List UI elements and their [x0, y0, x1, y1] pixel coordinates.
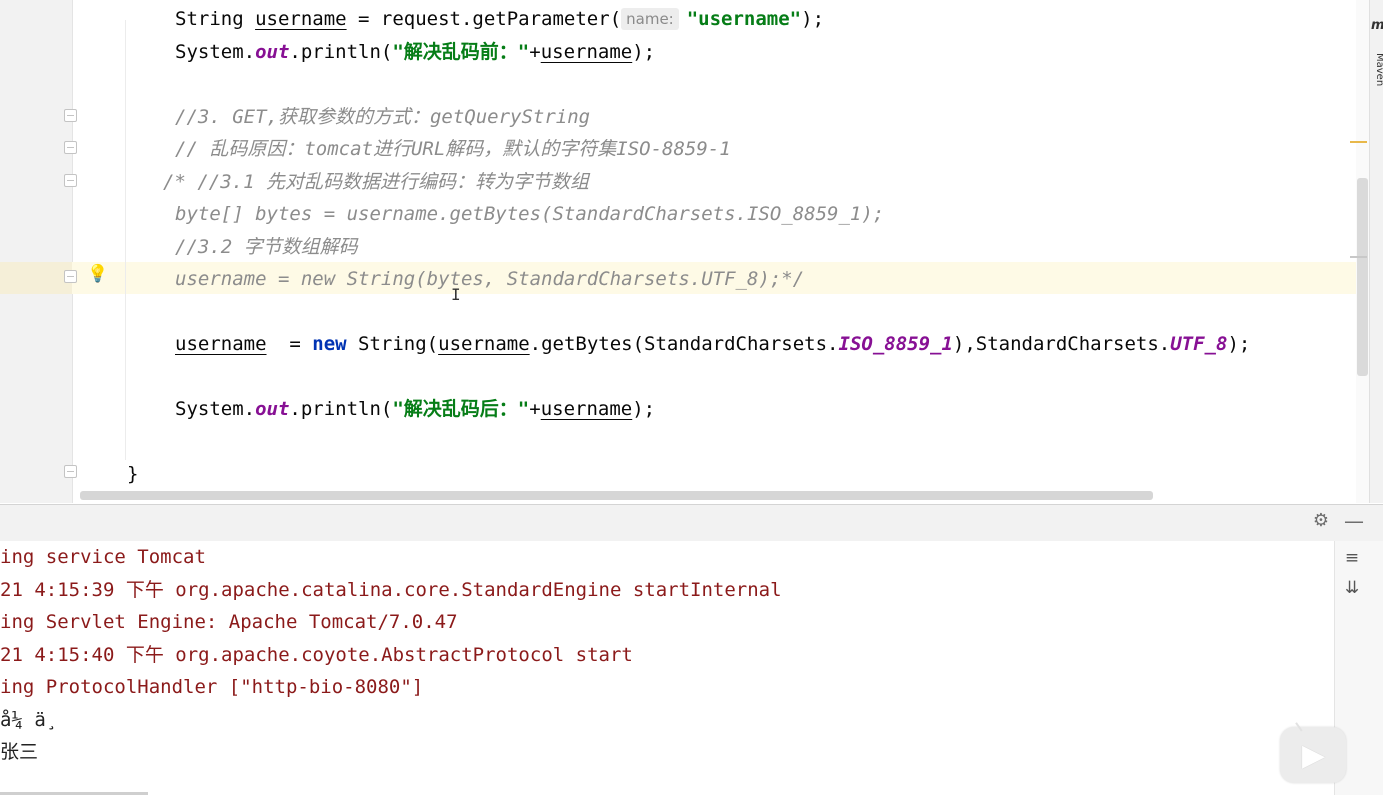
run-panel-header: [0, 504, 1383, 542]
code-line: //3. GET,获取参数的方式：getQueryString: [175, 102, 590, 132]
scroll-to-end-icon[interactable]: ⇊: [1340, 576, 1364, 600]
code-editor[interactable]: 💡 String username = request.getParameter…: [0, 0, 1383, 503]
code-token: new: [312, 333, 347, 355]
code-line: byte[] bytes = username.getBytes(Standar…: [175, 199, 884, 229]
console-output[interactable]: ing service Tomcat 21 4:15:39 下午 org.apac…: [0, 541, 1334, 795]
horizontal-scrollbar-thumb[interactable]: [80, 491, 1153, 500]
code-token: out: [255, 40, 290, 63]
code-token: String(: [346, 333, 439, 355]
code-line: }: [127, 459, 138, 489]
code-token: byte[] bytes = username.getBytes(Standar…: [175, 203, 885, 225]
code-token: System.: [175, 398, 256, 420]
code-line: /* //3.1 先对乱码数据进行编码：转为字节数组: [163, 167, 589, 197]
maven-tab[interactable]: Maven: [1371, 53, 1383, 86]
warning-stripe-marker[interactable]: [1350, 141, 1367, 143]
soft-wrap-icon[interactable]: ≡: [1340, 546, 1364, 570]
code-token: "username": [686, 8, 802, 30]
code-token: .println(: [289, 40, 393, 63]
code-token: ),StandardCharsets.: [952, 333, 1171, 355]
gear-icon[interactable]: ⚙: [1310, 510, 1332, 532]
code-line: System.out.println("解决乱码后："+username);: [175, 394, 655, 424]
code-line: //3.2 字节数组解码: [175, 232, 358, 262]
code-line: username = new String(username.getBytes(…: [175, 329, 1250, 359]
code-token: //3. GET,获取参数的方式：getQueryString: [175, 105, 591, 128]
console-line: ing service Tomcat: [0, 546, 206, 568]
console-line: ing Servlet Engine: Apache Tomcat/7.0.47: [0, 611, 458, 633]
code-token: //3.2 字节数组解码: [175, 235, 358, 258]
code-token: );: [1227, 333, 1251, 355]
console-line: 21 4:15:39 下午 org.apache.catalina.core.S…: [0, 578, 782, 601]
code-token: "解决乱码后：": [392, 398, 530, 420]
parameter-hint: name:: [621, 8, 679, 30]
code-token: = request.getParameter(: [346, 8, 622, 30]
caret-stripe-marker: [1350, 256, 1367, 258]
console-line: 张三: [0, 741, 39, 763]
code-token: UTF_8: [1170, 333, 1228, 355]
code-token: =: [266, 333, 313, 355]
gutter-current-line: [0, 262, 72, 294]
play-icon[interactable]: ▶: [1302, 738, 1325, 773]
code-token: ISO_8859_1: [838, 333, 953, 355]
code-token: String: [175, 8, 256, 30]
text-cursor-icon: I: [451, 285, 461, 304]
editor-gutter[interactable]: [0, 0, 73, 503]
code-token: );: [632, 40, 656, 63]
code-token: username: [438, 333, 530, 355]
code-token: username: [175, 333, 267, 355]
code-token: );: [632, 398, 656, 420]
fold-marker[interactable]: [64, 270, 77, 283]
code-token: +: [529, 398, 541, 420]
console-line: 21 4:15:40 下午 org.apache.coyote.Abstract…: [0, 643, 633, 666]
code-line: username = new String(bytes, StandardCha…: [175, 264, 804, 294]
console-line: å¼ ä¸: [0, 708, 58, 731]
code-line: String username = request.getParameter(n…: [175, 4, 824, 34]
code-token: +: [529, 40, 541, 63]
maven-icon[interactable]: m: [1371, 18, 1383, 33]
fold-marker[interactable]: [64, 141, 77, 154]
code-token: username = new String(bytes, StandardCha…: [175, 268, 805, 290]
code-token: .println(: [289, 398, 393, 420]
code-token: // 乱码原因：tomcat进行URL解码，默认的字符集ISO-8859-1: [175, 138, 731, 160]
code-token: username: [540, 40, 633, 63]
code-token: System.: [175, 40, 256, 63]
code-token: out: [255, 398, 290, 420]
vertical-scrollbar-thumb[interactable]: [1357, 178, 1368, 376]
code-token: /* //3.1 先对乱码数据进行编码：转为字节数组: [163, 170, 589, 193]
code-token: .getBytes(StandardCharsets.: [529, 333, 839, 355]
intention-bulb-icon[interactable]: 💡: [87, 264, 108, 284]
fold-marker[interactable]: [64, 109, 77, 122]
fold-marker[interactable]: [64, 174, 77, 187]
code-token: );: [801, 8, 825, 30]
indent-guide: [125, 20, 126, 460]
code-token: "解决乱码前：": [392, 40, 530, 63]
code-line: // 乱码原因：tomcat进行URL解码，默认的字符集ISO-8859-1: [175, 134, 731, 164]
code-token: username: [255, 8, 347, 30]
fold-marker[interactable]: [64, 465, 77, 478]
code-token: }: [127, 463, 139, 485]
code-line: System.out.println("解决乱码前："+username);: [175, 37, 655, 67]
console-line: ing ProtocolHandler ["http-bio-8080"]: [0, 676, 424, 698]
code-token: username: [540, 398, 633, 420]
minimize-icon[interactable]: —: [1344, 510, 1364, 532]
